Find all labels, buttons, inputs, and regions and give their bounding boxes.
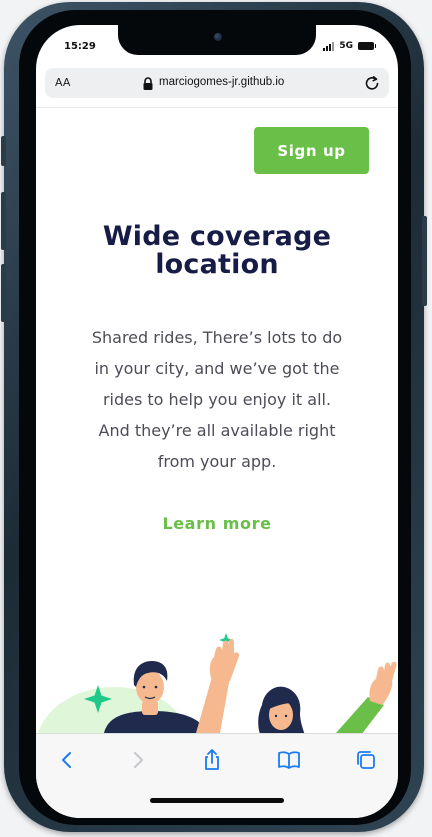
url-text[interactable]: marciogomes-jr.github.io bbox=[159, 76, 284, 88]
description-line: rides to help you enjoy it all. bbox=[102, 390, 332, 409]
man-raised-arm bbox=[196, 677, 230, 733]
page-title: Wide coverage location bbox=[36, 223, 398, 279]
front-camera bbox=[214, 33, 222, 41]
reload-icon[interactable] bbox=[362, 73, 382, 93]
address-bar-divider bbox=[36, 107, 398, 108]
volume-down-button bbox=[1, 264, 6, 322]
address-bar[interactable]: AA marciogomes-jr.github.io bbox=[45, 68, 389, 98]
signal-icon bbox=[323, 41, 335, 51]
description-line: Shared rides, There’s lots to do bbox=[91, 328, 343, 347]
network-label: 5G bbox=[339, 41, 353, 51]
description-text: Shared rides, There’s lots to do in your… bbox=[72, 322, 362, 477]
woman-hand bbox=[369, 661, 397, 705]
back-icon[interactable] bbox=[55, 748, 79, 772]
learn-more-link[interactable]: Learn more bbox=[36, 514, 398, 533]
status-indicators: 5G bbox=[323, 41, 376, 51]
description-line: from your app. bbox=[157, 452, 277, 471]
phone-screen: 15:29 5G AA marciogomes-jr.github.io Sig… bbox=[36, 25, 398, 818]
title-line-1: Wide coverage bbox=[102, 221, 332, 252]
notch bbox=[118, 25, 316, 55]
volume-up-button bbox=[1, 192, 6, 250]
title-line-2: location bbox=[155, 249, 279, 280]
battery-icon bbox=[358, 42, 376, 50]
home-indicator bbox=[150, 798, 284, 803]
signup-button[interactable]: Sign up bbox=[254, 127, 369, 174]
bookmarks-icon[interactable] bbox=[277, 748, 301, 772]
share-icon[interactable] bbox=[200, 748, 224, 772]
description-line: And they’re all available right bbox=[98, 421, 336, 440]
status-time: 15:29 bbox=[64, 41, 96, 52]
forward-icon[interactable] bbox=[126, 748, 150, 772]
man-hand bbox=[209, 638, 240, 681]
power-button bbox=[422, 216, 427, 306]
silent-switch bbox=[1, 136, 6, 166]
tabs-icon[interactable] bbox=[354, 748, 378, 772]
description-line: in your city, and we’ve got the bbox=[94, 359, 340, 378]
people-illustration bbox=[38, 633, 397, 733]
text-size-button[interactable]: AA bbox=[55, 76, 70, 89]
lock-icon bbox=[143, 77, 153, 90]
browser-toolbar bbox=[36, 733, 398, 818]
